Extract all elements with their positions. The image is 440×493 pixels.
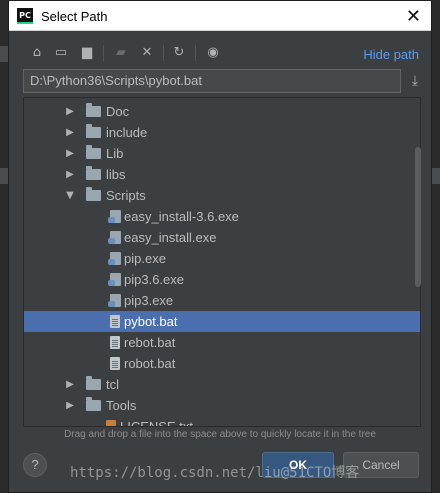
tree-folder-row[interactable]: ▶ Doc bbox=[24, 101, 420, 122]
folder-icon bbox=[86, 145, 101, 159]
tree-item-label: pip.exe bbox=[124, 251, 166, 266]
home-icon[interactable]: ⌂ bbox=[27, 42, 47, 62]
tree-item-label: Tools bbox=[106, 398, 137, 413]
tree-folder-row[interactable]: ▶ Lib bbox=[24, 143, 420, 164]
tree-item-label: pybot.bat bbox=[124, 314, 178, 329]
background-app-strip-right bbox=[432, 0, 440, 493]
tree-folder-row[interactable]: ▶ include bbox=[24, 122, 420, 143]
folder-icon bbox=[86, 124, 101, 138]
tree-file-row[interactable]: pip3.6.exe bbox=[24, 269, 420, 290]
tree-file-row[interactable]: LICENSE.txt bbox=[24, 416, 420, 427]
path-input[interactable]: D:\Python36\Scripts\pybot.bat bbox=[23, 69, 401, 93]
tree-folder-row[interactable]: ▶ Tools bbox=[24, 395, 420, 416]
tree-item-label: include bbox=[106, 125, 148, 140]
executable-file-icon bbox=[108, 273, 121, 286]
select-path-dialog: PC Select Path ✕ ⌂ ▭ ▆ ▰ ✕ ↻ ◉ Hide path… bbox=[8, 0, 432, 493]
scrollbar-thumb[interactable] bbox=[415, 147, 421, 287]
folder-icon bbox=[86, 103, 101, 117]
background-app-strip-left bbox=[0, 0, 8, 493]
tree-item-label: easy_install.exe bbox=[124, 230, 217, 245]
executable-file-icon bbox=[108, 252, 121, 265]
text-file-icon bbox=[106, 420, 116, 426]
hide-path-link[interactable]: Hide path bbox=[363, 47, 419, 62]
toolbar-separator bbox=[103, 45, 104, 61]
tree-file-row[interactable]: pip3.exe bbox=[24, 290, 420, 311]
tree-item-label: easy_install-3.6.exe bbox=[124, 209, 239, 224]
tree-item-label: LICENSE.txt bbox=[120, 419, 193, 427]
tree-file-row[interactable]: pybot.bat bbox=[24, 311, 420, 332]
tree-file-row[interactable]: easy_install-3.6.exe bbox=[24, 206, 420, 227]
folder-icon bbox=[86, 376, 101, 390]
show-hidden-icon[interactable]: ◉ bbox=[203, 42, 223, 62]
tree-item-label: Lib bbox=[106, 146, 124, 161]
background-app-chip bbox=[0, 46, 8, 62]
tree-folder-row[interactable]: ▶ libs bbox=[24, 164, 420, 185]
chevron-down-icon[interactable]: ▼ bbox=[64, 185, 76, 206]
tree-item-label: Doc bbox=[106, 104, 130, 119]
download-icon[interactable]: ⤓ bbox=[405, 71, 425, 91]
chevron-right-icon[interactable]: ▶ bbox=[64, 143, 76, 164]
delete-icon[interactable]: ✕ bbox=[137, 42, 157, 62]
file-tree[interactable]: ▶ Doc ▶ include ▶ Lib ▶ libs ▼ Scripts easy_instal… bbox=[23, 97, 421, 427]
tree-file-row[interactable]: easy_install.exe bbox=[24, 227, 420, 248]
executable-file-icon bbox=[108, 231, 121, 244]
background-app-chip bbox=[0, 168, 8, 184]
background-app-chip bbox=[432, 168, 440, 184]
folder-icon bbox=[86, 397, 101, 411]
tree-folder-row[interactable]: ▶ tcl bbox=[24, 374, 420, 395]
ok-button[interactable]: OK bbox=[262, 452, 334, 478]
batch-file-icon bbox=[110, 315, 120, 328]
tree-file-row[interactable]: rebot.bat bbox=[24, 332, 420, 353]
chevron-right-icon[interactable]: ▶ bbox=[64, 101, 76, 122]
tree-item-label: rebot.bat bbox=[124, 335, 176, 350]
toolbar-separator bbox=[163, 45, 164, 61]
tree-item-label: libs bbox=[106, 167, 126, 182]
tree-file-row[interactable]: pip.exe bbox=[24, 248, 420, 269]
cancel-button[interactable]: Cancel bbox=[343, 452, 419, 478]
chevron-right-icon[interactable]: ▶ bbox=[64, 374, 76, 395]
drag-drop-hint: Drag and drop a file into the space abov… bbox=[64, 429, 376, 440]
batch-file-icon bbox=[110, 357, 120, 370]
tree-item-label: tcl bbox=[106, 377, 119, 392]
title-bar: PC Select Path ✕ bbox=[9, 1, 431, 31]
executable-file-icon bbox=[108, 210, 121, 223]
tree-item-label: pip3.6.exe bbox=[124, 272, 184, 287]
folder-icon bbox=[86, 166, 101, 180]
folder-icon bbox=[86, 187, 101, 201]
chevron-right-icon[interactable]: ▶ bbox=[64, 164, 76, 185]
tree-item-label: pip3.exe bbox=[124, 293, 174, 308]
tree-scrollbar[interactable] bbox=[415, 97, 421, 427]
new-folder-icon[interactable]: ▰ bbox=[111, 42, 131, 62]
dialog-title: Select Path bbox=[41, 9, 108, 24]
tree-folder-row[interactable]: ▼ Scripts bbox=[24, 185, 420, 206]
refresh-icon[interactable]: ↻ bbox=[169, 42, 189, 62]
executable-file-icon bbox=[108, 294, 121, 307]
toolbar-separator bbox=[195, 45, 196, 61]
help-button[interactable]: ? bbox=[23, 453, 47, 477]
pycharm-app-icon: PC bbox=[17, 8, 33, 24]
desktop-icon[interactable]: ▭ bbox=[51, 42, 71, 62]
batch-file-icon bbox=[110, 336, 120, 349]
chevron-right-icon[interactable]: ▶ bbox=[64, 395, 76, 416]
project-folder-icon[interactable]: ▆ bbox=[77, 42, 97, 62]
tree-item-label: Scripts bbox=[106, 188, 146, 203]
tree-file-row[interactable]: robot.bat bbox=[24, 353, 420, 374]
chevron-right-icon[interactable]: ▶ bbox=[64, 122, 76, 143]
tree-item-label: robot.bat bbox=[124, 356, 176, 371]
close-icon[interactable]: ✕ bbox=[406, 6, 421, 27]
